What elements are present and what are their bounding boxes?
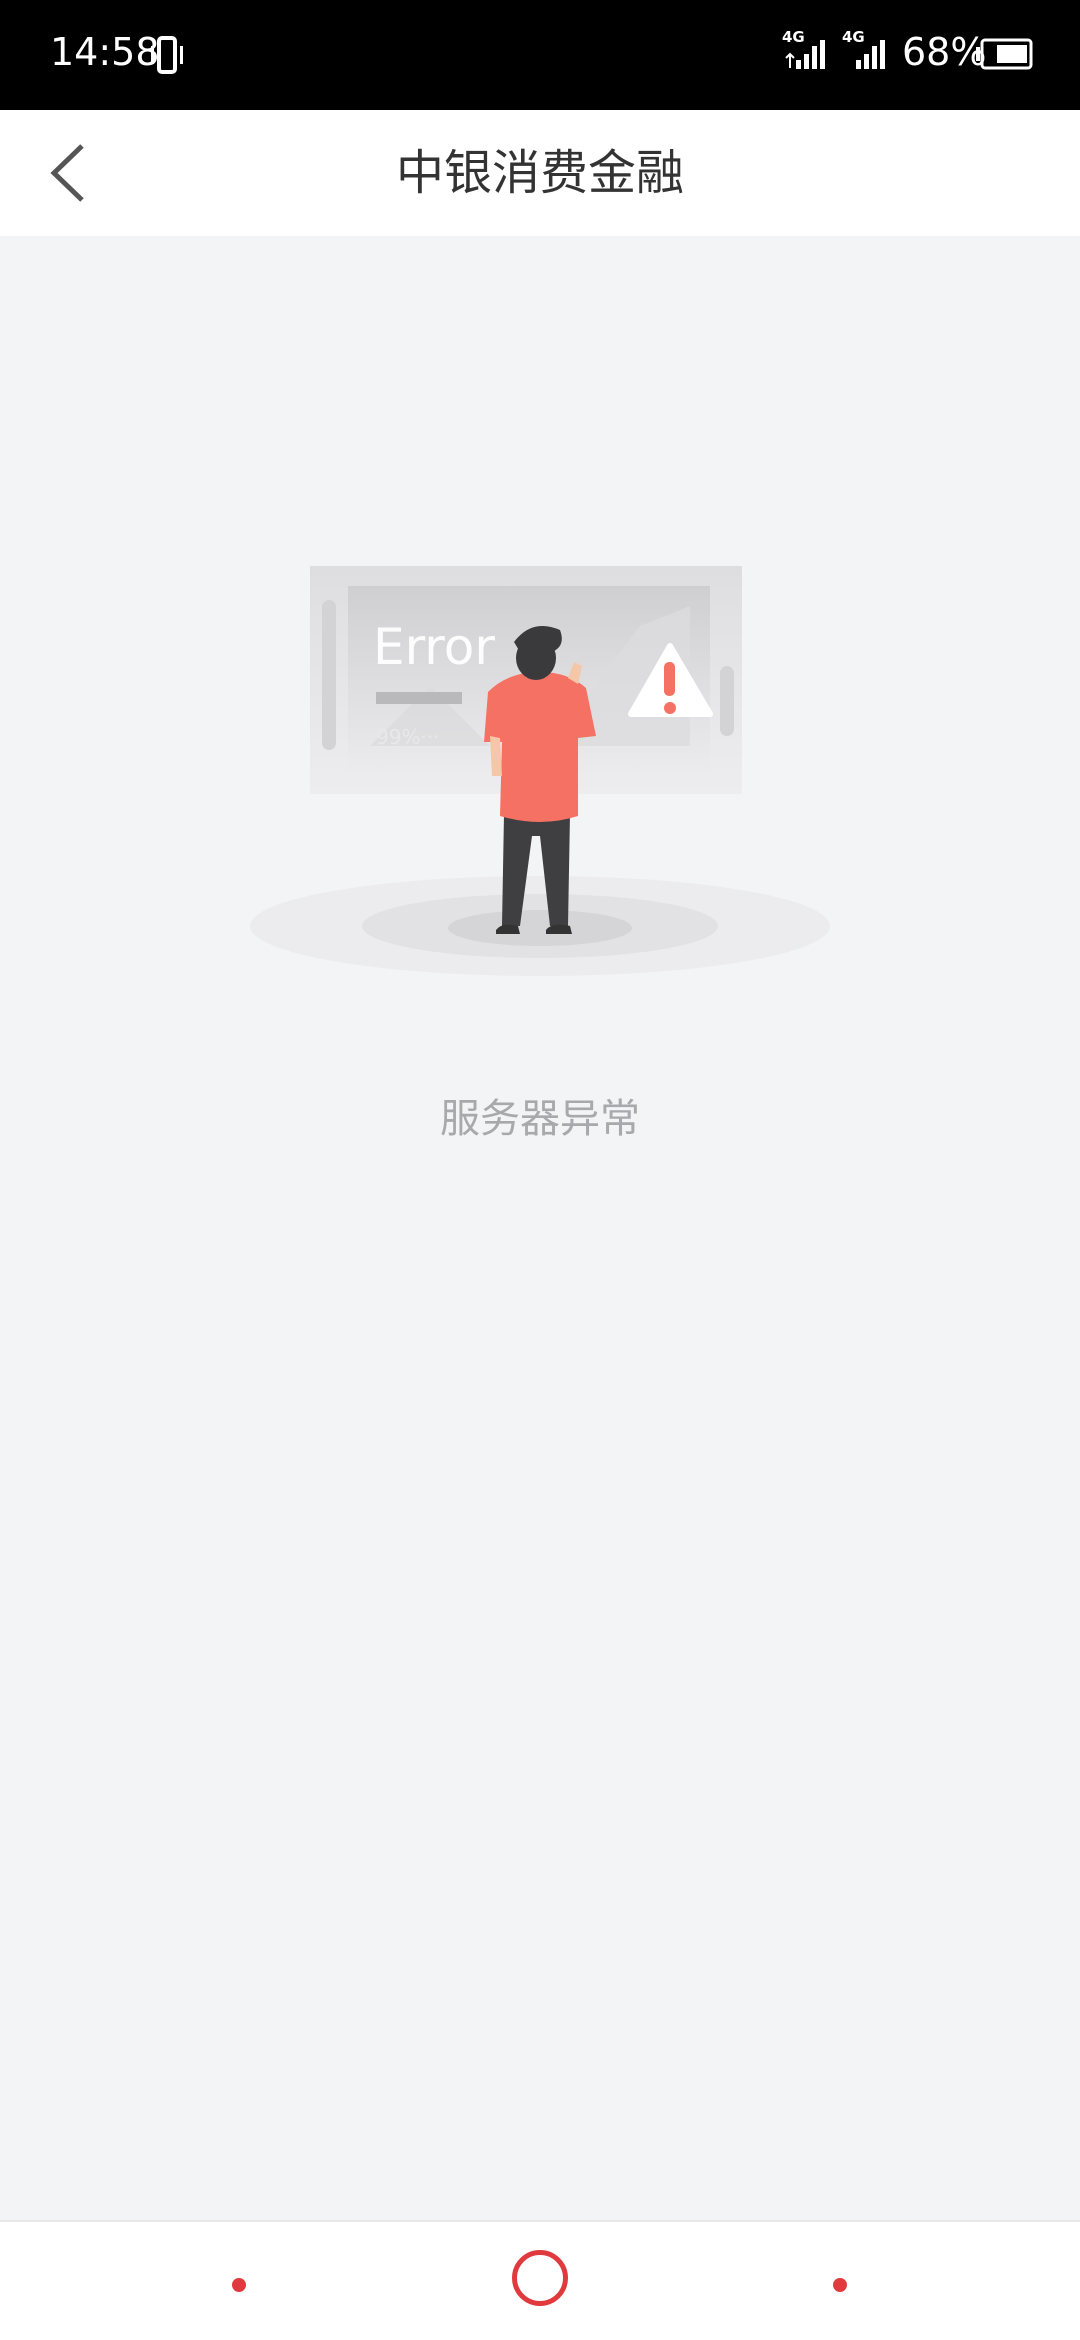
- signal-icon: [785, 40, 825, 69]
- side-bar-left: [322, 600, 336, 750]
- battery-icon: [976, 38, 1033, 70]
- floor-shadow-inner: [448, 910, 632, 946]
- page-title: 中银消费金融: [395, 145, 684, 201]
- nav-back-dot[interactable]: [232, 2278, 246, 2292]
- chevron-left-icon[interactable]: [44, 140, 94, 206]
- app-header: 中银消费金融: [0, 110, 1080, 236]
- error-illustration: Error 99%···: [250, 566, 830, 976]
- nav-recents-dot[interactable]: [833, 2278, 847, 2292]
- side-bar-right: [720, 666, 734, 736]
- system-nav-bar: [0, 2220, 1080, 2340]
- battery-percent: 68%: [902, 30, 987, 74]
- signal-icon: [856, 40, 885, 69]
- status-time: 14:58: [50, 30, 160, 74]
- screen-progress-bar: [376, 692, 462, 704]
- status-bar: 14:58 4G 4G 68%: [0, 0, 1080, 110]
- vibrate-icon: [151, 36, 183, 74]
- screen-error-text: Error: [373, 618, 495, 676]
- error-content: Error 99%··· 服务器异常: [0, 236, 1080, 2220]
- error-message: 服务器异常: [440, 1096, 640, 1142]
- screen-progress-text: 99%···: [376, 725, 440, 749]
- nav-home-button[interactable]: [512, 2250, 568, 2306]
